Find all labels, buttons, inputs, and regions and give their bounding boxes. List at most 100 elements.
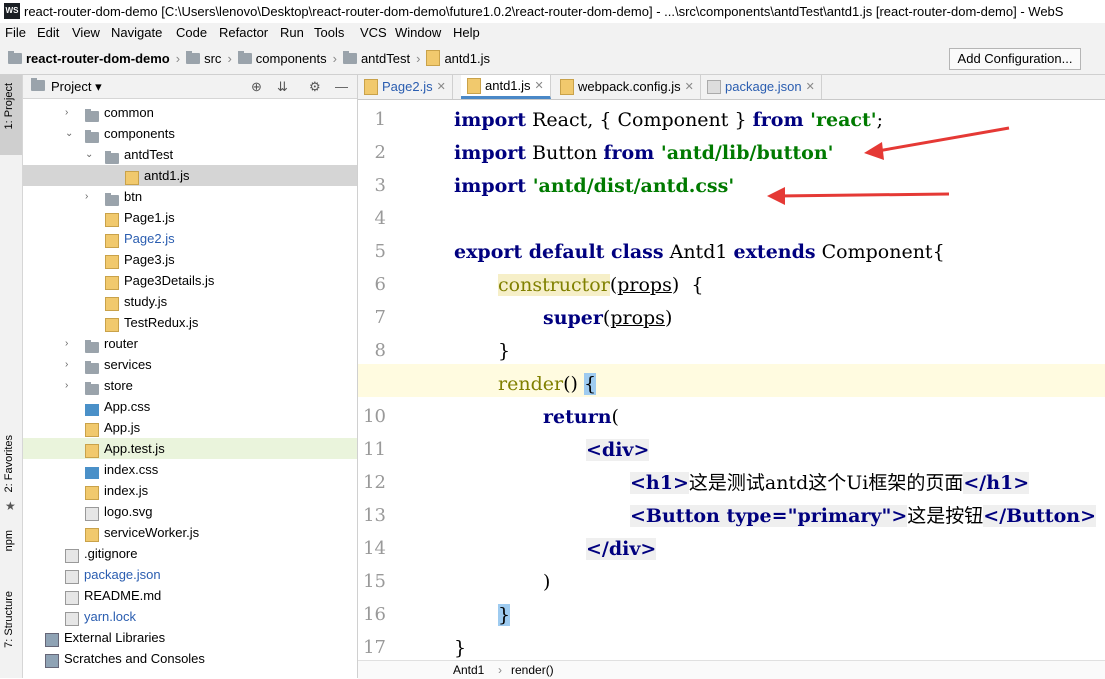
- locate-icon[interactable]: ⊕: [251, 79, 262, 95]
- breadcrumb-components[interactable]: components: [256, 51, 327, 66]
- tree-item-page1-js[interactable]: Page1.js: [23, 207, 357, 228]
- line-number: 8: [374, 340, 386, 361]
- tab-antd1[interactable]: antd1.js ✕: [461, 75, 551, 99]
- menu-file[interactable]: File: [5, 25, 26, 40]
- menu-refactor[interactable]: Refactor: [219, 25, 268, 40]
- close-icon[interactable]: ✕: [535, 74, 544, 98]
- line-number: 3: [374, 175, 386, 196]
- gear-icon[interactable]: ⚙: [309, 79, 321, 95]
- tree-item-label: External Libraries: [64, 630, 166, 645]
- status-method[interactable]: render(): [511, 663, 554, 677]
- tree-item-app-css[interactable]: App.css: [23, 396, 357, 417]
- chevron-down-icon[interactable]: ⌄: [65, 123, 75, 144]
- code-line: }: [498, 604, 511, 626]
- chevron-right-icon[interactable]: ›: [85, 186, 95, 207]
- tree-item-page3-js[interactable]: Page3.js: [23, 249, 357, 270]
- menu-vcs[interactable]: VCS: [360, 25, 387, 40]
- tree-item-antd1-js[interactable]: antd1.js: [23, 165, 357, 186]
- tree-item-common[interactable]: › common: [23, 102, 357, 123]
- tree-item-router[interactable]: › router: [23, 333, 357, 354]
- menu-navigate[interactable]: Navigate: [111, 25, 162, 40]
- tree-item-index-js[interactable]: index.js: [23, 480, 357, 501]
- tab-webpack-config[interactable]: webpack.config.js ✕: [554, 75, 701, 99]
- menu-help[interactable]: Help: [453, 25, 480, 40]
- code-editor[interactable]: import React, { Component } from 'react'…: [358, 100, 1105, 660]
- tree-item--gitignore[interactable]: .gitignore: [23, 543, 357, 564]
- tree-item-logo-svg[interactable]: logo.svg: [23, 501, 357, 522]
- tree-item-services[interactable]: › services: [23, 354, 357, 375]
- npm-tool-button[interactable]: npm: [3, 530, 15, 551]
- line-number: 5: [374, 241, 386, 262]
- chevron-right-icon[interactable]: ›: [65, 354, 75, 375]
- tree-item-label: App.test.js: [104, 441, 165, 456]
- tree-item-external-libraries[interactable]: External Libraries: [23, 627, 357, 648]
- left-tool-strip: 1: Project 2: Favorites ★ npm 7: Structu…: [0, 75, 23, 678]
- chevron-right-icon[interactable]: ›: [65, 333, 75, 354]
- tree-item-testredux-js[interactable]: TestRedux.js: [23, 312, 357, 333]
- tree-item-label: yarn.lock: [84, 609, 137, 624]
- tree-item-label: services: [104, 357, 152, 372]
- tree-item-index-css[interactable]: index.css: [23, 459, 357, 480]
- code-line: return(: [543, 406, 619, 428]
- project-view-selector[interactable]: Project ▾: [51, 79, 102, 95]
- line-number: 14: [363, 538, 386, 559]
- menu-run[interactable]: Run: [280, 25, 304, 40]
- tree-item-components[interactable]: ⌄ components: [23, 123, 357, 144]
- annotation-arrow: [767, 187, 950, 205]
- editor-breadcrumb-bar: Antd1 › render(): [358, 660, 1105, 679]
- structure-tool-button[interactable]: 7: Structure: [3, 591, 15, 648]
- chevron-right-icon[interactable]: ›: [65, 102, 75, 123]
- breadcrumb-src[interactable]: src: [204, 51, 221, 66]
- menu-tools[interactable]: Tools: [314, 25, 344, 40]
- tree-item-page3details-js[interactable]: Page3Details.js: [23, 270, 357, 291]
- code-line: <h1>这是测试antd这个Ui框架的页面</h1>: [630, 472, 1030, 494]
- menu-window[interactable]: Window: [395, 25, 441, 40]
- project-tool-button[interactable]: 1: Project: [3, 83, 15, 129]
- library-icon: [45, 653, 59, 674]
- breadcrumb: react-router-dom-demo › src › components…: [8, 50, 490, 66]
- collapse-all-icon[interactable]: ⇊: [277, 79, 288, 95]
- menu-code[interactable]: Code: [176, 25, 207, 40]
- code-line: export default class Antd1 extends Compo…: [454, 241, 945, 263]
- favorites-tool-button[interactable]: 2: Favorites: [3, 435, 15, 492]
- tree-item-label: router: [104, 336, 138, 351]
- menu-edit[interactable]: Edit: [37, 25, 59, 40]
- line-number: 4: [374, 208, 386, 229]
- tree-item-serviceworker-js[interactable]: serviceWorker.js: [23, 522, 357, 543]
- menu-view[interactable]: View: [72, 25, 100, 40]
- tree-item-label: Scratches and Consoles: [64, 651, 205, 666]
- tree-item-label: Page3Details.js: [124, 273, 215, 288]
- close-icon[interactable]: ✕: [437, 75, 446, 99]
- tree-item-yarn-lock[interactable]: yarn.lock: [23, 606, 357, 627]
- tree-item-readme-md[interactable]: README.md: [23, 585, 357, 606]
- tree-item-antdtest[interactable]: ⌄ antdTest: [23, 144, 357, 165]
- tree-item-app-js[interactable]: App.js: [23, 417, 357, 438]
- tree-item-scratches-and-consoles[interactable]: Scratches and Consoles: [23, 648, 357, 669]
- tree-item-package-json[interactable]: package.json: [23, 564, 357, 585]
- tree-item-store[interactable]: › store: [23, 375, 357, 396]
- tab-package-json[interactable]: package.json ✕: [701, 75, 822, 99]
- breadcrumb-antdtest[interactable]: antdTest: [361, 51, 410, 66]
- tree-item-btn[interactable]: › btn: [23, 186, 357, 207]
- code-line: ): [543, 571, 551, 593]
- code-line: import 'antd/dist/antd.css': [454, 175, 735, 197]
- tree-item-page2-js[interactable]: Page2.js: [23, 228, 357, 249]
- close-icon[interactable]: ✕: [806, 75, 815, 99]
- tree-item-label: index.css: [104, 462, 159, 477]
- project-icon: [31, 78, 45, 91]
- breadcrumb-project[interactable]: react-router-dom-demo: [26, 51, 170, 66]
- hide-icon[interactable]: —: [335, 79, 348, 94]
- tree-item-study-js[interactable]: study.js: [23, 291, 357, 312]
- tab-page2[interactable]: Page2.js ✕: [358, 75, 453, 99]
- close-icon[interactable]: ✕: [685, 75, 694, 99]
- chevron-right-icon[interactable]: ›: [65, 375, 75, 396]
- webstorm-logo-icon: WS: [4, 3, 20, 19]
- annotation-arrow: [864, 126, 1010, 160]
- tree-item-app-test-js[interactable]: App.test.js: [23, 438, 357, 459]
- add-configuration-button[interactable]: Add Configuration...: [949, 48, 1081, 70]
- chevron-down-icon[interactable]: ⌄: [85, 144, 95, 165]
- status-class[interactable]: Antd1: [453, 663, 484, 677]
- folder-icon: [8, 50, 22, 64]
- breadcrumb-antd1[interactable]: antd1.js: [444, 51, 490, 66]
- tree-item-label: common: [104, 105, 154, 120]
